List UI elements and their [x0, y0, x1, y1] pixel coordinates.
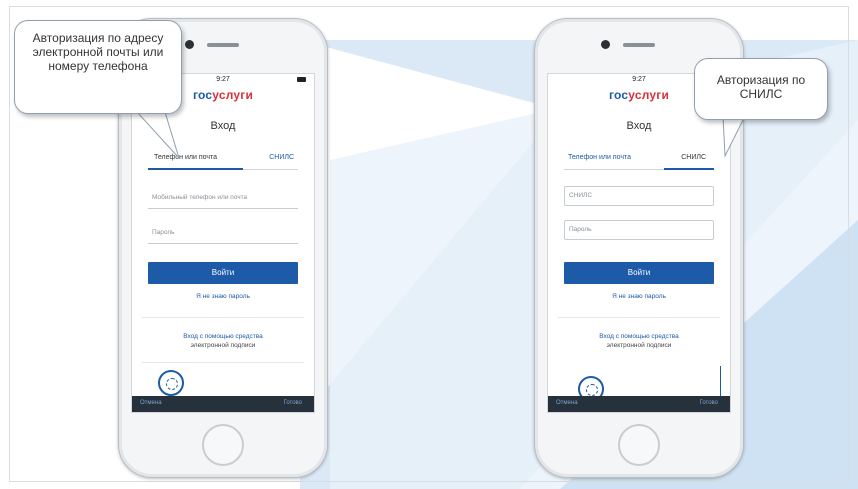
- speaker: [207, 43, 239, 47]
- forgot-password-link[interactable]: Я не знаю пароль: [548, 293, 730, 300]
- camera: [185, 40, 194, 49]
- forgot-password-link[interactable]: Я не знаю пароль: [132, 293, 314, 300]
- keyboard-toolbar: Отмена Готово: [132, 396, 314, 412]
- signature-login-text[interactable]: Вход с помощью средства электронной подп…: [132, 332, 314, 350]
- keyboard-toolbar: Отмена Готово: [548, 396, 730, 412]
- snils-field[interactable]: СНИЛС: [564, 186, 714, 206]
- login-field[interactable]: Мобильный телефон или почта: [148, 189, 298, 209]
- camera: [601, 40, 610, 49]
- home-button[interactable]: [618, 424, 660, 466]
- callout-left: Авторизация по адресу электронной почты …: [14, 20, 182, 114]
- speaker: [623, 43, 655, 47]
- emblem-icon: [158, 370, 184, 396]
- signature-login-text[interactable]: Вход с помощью средства электронной подп…: [548, 332, 730, 350]
- callout-right-tail: [722, 116, 746, 158]
- divider: [142, 317, 304, 318]
- scroll-indicator: [720, 366, 721, 398]
- page-title: Вход: [626, 120, 652, 132]
- password-field[interactable]: Пароль: [564, 220, 714, 240]
- divider: [558, 317, 720, 318]
- tab-snils[interactable]: СНИЛС: [681, 154, 706, 161]
- divider: [142, 362, 304, 363]
- done-button[interactable]: Готово: [283, 400, 302, 406]
- login-tabs: Телефон или почта СНИЛС: [564, 149, 714, 171]
- tab-snils[interactable]: СНИЛС: [269, 154, 294, 161]
- battery-icon: [297, 77, 306, 82]
- phone-screen: 9:27 госуслуги Вход Телефон или почта СН…: [547, 73, 731, 413]
- active-tab-indicator: [148, 168, 243, 170]
- active-tab-indicator: [664, 168, 714, 170]
- cancel-button[interactable]: Отмена: [556, 400, 578, 406]
- password-field[interactable]: Пароль: [148, 224, 298, 244]
- cancel-button[interactable]: Отмена: [140, 400, 162, 406]
- home-button[interactable]: [202, 424, 244, 466]
- callout-left-tail: [136, 112, 180, 159]
- login-button[interactable]: Войти: [564, 262, 714, 284]
- tab-phone-email[interactable]: Телефон или почта: [568, 154, 631, 161]
- callout-right: Авторизация по СНИЛС: [694, 58, 828, 120]
- login-button[interactable]: Войти: [148, 262, 298, 284]
- done-button[interactable]: Готово: [699, 400, 718, 406]
